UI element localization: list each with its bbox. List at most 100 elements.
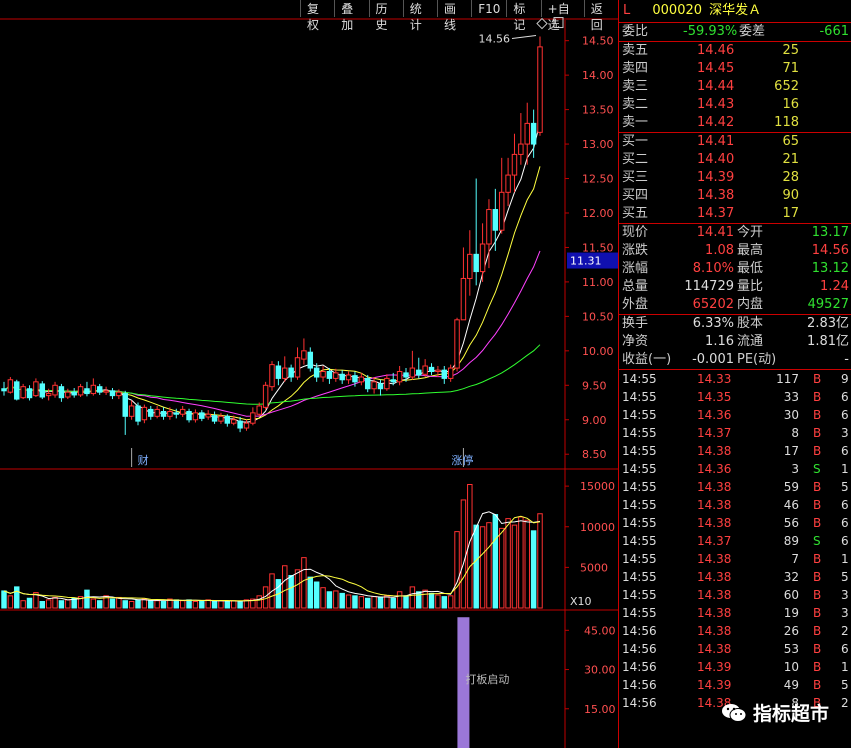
fund-row: 收益(一) -0.001 PE(动) - — [619, 351, 851, 369]
tick-row[interactable]: 14:56 14.38 53 B 6 — [619, 640, 851, 658]
volume-bar — [479, 526, 486, 609]
tick-row[interactable]: 14:56 14.39 10 B 1 — [619, 658, 851, 676]
volume-bar — [416, 591, 422, 609]
tick-time: 14:55 — [622, 570, 657, 584]
kline-chart[interactable]: 14.50 14.00 13.50 13.00 12.50 12.00 11.50 11.00… — [0, 0, 618, 748]
volume-bar — [141, 598, 148, 609]
tick-volume: 89 — [783, 534, 799, 548]
candle-body — [262, 384, 269, 408]
tick-list[interactable]: 14:55 14.33 117 B 9 14:55 14.35 33 B 6 14:55 14.36 3… — [619, 370, 851, 712]
candle-body — [467, 253, 473, 279]
toolbar-button[interactable]: 标记 — [506, 0, 540, 32]
ratio-value: -59.93% — [683, 24, 738, 39]
fund-label: 股本 — [737, 316, 764, 331]
candle-body — [313, 367, 320, 378]
candle-body — [352, 375, 358, 383]
tick-row[interactable]: 14:55 14.35 33 B 6 — [619, 388, 851, 406]
volume-bar — [486, 522, 492, 609]
tick-row[interactable]: 14:55 14.37 89 S 6 — [619, 532, 851, 550]
candle-body — [428, 366, 435, 373]
toolbar-button[interactable]: 历史 — [368, 0, 403, 32]
tick-row[interactable]: 14:55 14.38 17 B 6 — [619, 442, 851, 460]
tick-time: 14:55 — [622, 426, 657, 440]
tick-row[interactable]: 14:55 14.38 60 B 3 — [619, 586, 851, 604]
candle-body — [320, 371, 326, 378]
bids-volume: 28 — [782, 170, 799, 185]
tick-row[interactable]: 14:55 14.38 7 B 1 — [619, 550, 851, 568]
fund-value: -0.001 — [692, 352, 734, 367]
tick-row[interactable]: 14:55 14.36 30 B 6 — [619, 406, 851, 424]
tick-volume: 3 — [791, 462, 799, 476]
volume-bar — [154, 600, 160, 609]
price-tick-label: 14.50 — [582, 35, 614, 48]
fund-label: 流通 — [737, 334, 764, 349]
toolbar-button[interactable]: 返回 — [583, 0, 618, 32]
tick-side: B — [813, 444, 822, 458]
toolbar-button[interactable]: 叠加 — [334, 0, 368, 32]
stock-code: 000020 — [652, 3, 703, 18]
volume-bar — [511, 524, 518, 609]
toolbar-button[interactable]: 复权 — [300, 0, 334, 32]
tick-side: B — [813, 372, 822, 386]
quote-label: 涨幅 — [622, 261, 649, 276]
volume-bar — [498, 527, 505, 609]
quote-value: 1.08 — [705, 243, 734, 258]
tick-row[interactable]: 14:55 14.36 3 S 1 — [619, 460, 851, 478]
candle-body — [333, 372, 339, 379]
toolbar-button[interactable]: +自选 — [540, 0, 584, 32]
diff-value: -661 — [819, 24, 849, 39]
quote-row: 总量 114729 量比 1.24 — [619, 278, 851, 296]
candle-body — [218, 415, 224, 422]
bids-volume: 65 — [782, 134, 799, 149]
volume-bar — [492, 514, 499, 609]
candle-body — [479, 243, 486, 273]
volume-bar — [179, 600, 186, 609]
candle-body — [345, 374, 352, 381]
tick-count: 3 — [841, 426, 849, 440]
tick-price: 14.38 — [697, 624, 732, 638]
asks-price: 14.45 — [697, 61, 735, 76]
volume-bar — [537, 513, 543, 609]
fund-label: 净资 — [622, 334, 649, 349]
volume-bar — [320, 587, 326, 609]
candle-body — [275, 365, 282, 379]
quote-value: 65202 — [692, 297, 734, 312]
quote-value: 14.56 — [811, 243, 849, 258]
candle-body — [307, 351, 314, 369]
bids-price: 14.37 — [697, 206, 735, 221]
tick-side: B — [813, 570, 822, 584]
volume-bar — [39, 601, 46, 609]
fund-value: 2.83亿 — [807, 316, 849, 331]
toolbar-button[interactable]: 统计 — [402, 0, 437, 32]
volume-bar — [409, 586, 416, 609]
tick-time: 14:56 — [622, 678, 657, 692]
price-tick-label: 11.00 — [582, 276, 614, 289]
tick-row[interactable]: 14:55 14.33 117 B 9 — [619, 370, 851, 388]
tick-row[interactable]: 14:55 14.38 59 B 5 — [619, 478, 851, 496]
tick-row[interactable]: 14:55 14.38 19 B 3 — [619, 604, 851, 622]
quote-label: 内盘 — [737, 297, 764, 312]
tick-row[interactable]: 14:55 14.38 56 B 6 — [619, 514, 851, 532]
candle-body — [109, 390, 116, 397]
toolbar-button[interactable]: F10 — [471, 0, 506, 17]
ask-book: 卖五 14.46 25 卖四 14.45 71 卖三 14.44 652 卖二 14.43 16 卖一 1… — [619, 42, 851, 133]
tick-side: B — [813, 624, 822, 638]
asks-volume: 652 — [774, 79, 799, 94]
volume-tick-label: 10000 — [580, 521, 615, 534]
candle-body — [403, 372, 409, 378]
toolbar-button[interactable]: 画线 — [437, 0, 471, 32]
bid-book: 买一 14.41 65 买二 14.40 21 买三 14.39 28 买四 14.38 90 买五 14… — [619, 133, 851, 224]
tick-side: B — [813, 390, 822, 404]
tick-count: 9 — [841, 372, 849, 386]
tick-time: 14:55 — [622, 444, 657, 458]
tick-row[interactable]: 14:56 14.38 26 B 2 — [619, 622, 851, 640]
tick-row[interactable]: 14:55 14.38 32 B 5 — [619, 568, 851, 586]
market-tag: L — [623, 3, 631, 18]
chart-area[interactable]: 14.50 14.00 13.50 13.00 12.50 12.00 11.50 11.00… — [0, 0, 618, 748]
tick-row[interactable]: 14:55 14.38 46 B 6 — [619, 496, 851, 514]
tick-row[interactable]: 14:56 14.39 49 B 5 — [619, 676, 851, 694]
asks-row: 卖三 14.44 652 — [619, 78, 851, 96]
candle-body — [416, 369, 422, 376]
volume-bar — [396, 591, 403, 609]
tick-row[interactable]: 14:55 14.37 8 B 3 — [619, 424, 851, 442]
